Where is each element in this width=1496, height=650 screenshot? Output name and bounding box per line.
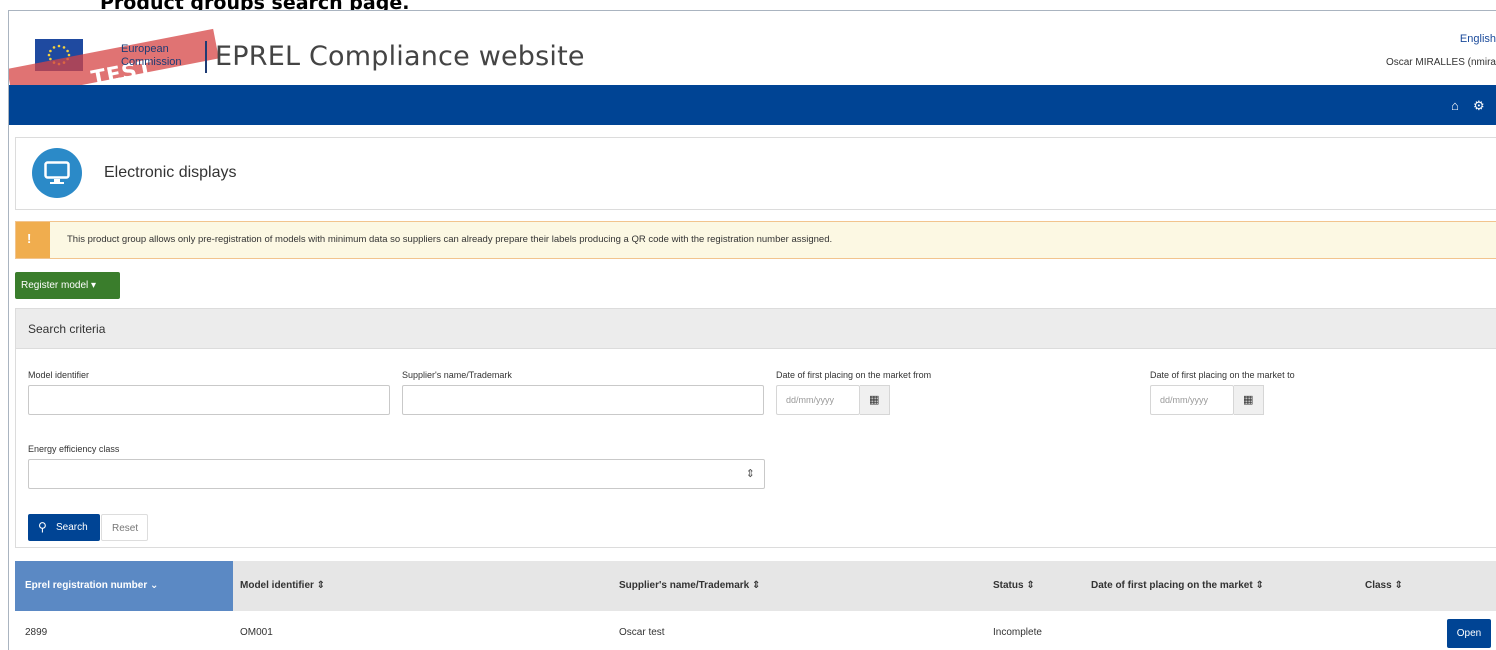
cell-model-identifier: OM001 (240, 627, 273, 638)
warning-alert: ! This product group allows only pre-reg… (15, 221, 1496, 259)
warning-icon: ! (16, 222, 50, 258)
date-from-calendar-button[interactable]: ▦ (860, 385, 890, 415)
energy-class-select[interactable]: ⇕ (28, 459, 765, 489)
browser-viewport: TEST European Commission EPREL Complianc… (8, 10, 1496, 650)
commission-line-1: European (121, 43, 169, 55)
column-header-model-identifier[interactable]: Model identifier ⇕ (240, 561, 325, 611)
home-icon[interactable]: ⌂ (1451, 98, 1459, 113)
search-criteria-panel: Search criteria Model identifier Supplie… (15, 308, 1496, 548)
user-name[interactable]: Oscar MIRALLES (nmira (1386, 57, 1496, 68)
date-from-input[interactable]: dd/mm/yyyy (776, 385, 860, 415)
supplier-label: Supplier's name/Trademark (402, 370, 512, 380)
site-title: EPREL Compliance website (215, 41, 585, 72)
register-model-button[interactable]: Register model ▾ (15, 272, 120, 299)
column-header-registration-number[interactable]: Eprel registration number ⌄ (15, 561, 233, 611)
warning-glyph: ! (27, 231, 32, 246)
column-header-date[interactable]: Date of first placing on the market ⇕ (1091, 561, 1264, 611)
open-button[interactable]: Open (1447, 619, 1491, 648)
reset-button-label: Reset (112, 523, 139, 534)
date-to-label: Date of first placing on the market to (1150, 370, 1295, 380)
date-to-calendar-button[interactable]: ▦ (1234, 385, 1264, 415)
column-header-class[interactable]: Class ⇕ (1365, 561, 1403, 611)
calendar-icon: ▦ (1243, 394, 1254, 406)
site-header: TEST European Commission EPREL Complianc… (9, 11, 1496, 99)
search-button[interactable]: ⚲ Search (28, 514, 100, 541)
search-button-label: Search (56, 522, 88, 533)
cell-status: Incomplete (993, 627, 1042, 638)
column-header-status[interactable]: Status ⇕ (993, 561, 1035, 611)
monitor-icon (32, 148, 82, 198)
language-selector[interactable]: English (1460, 33, 1496, 45)
commission-line-2: Commission (121, 56, 182, 68)
cell-registration-number: 2899 (25, 627, 48, 638)
select-arrows-icon: ⇕ (745, 468, 755, 480)
search-icon: ⚲ (38, 520, 47, 534)
gear-icon[interactable]: ⚙ (1473, 98, 1485, 114)
search-criteria-header: Search criteria (16, 309, 1496, 349)
results-table-header: Eprel registration number ⌄ Model identi… (15, 561, 1496, 611)
reset-button[interactable]: Reset (101, 514, 148, 541)
european-commission-logo[interactable]: TEST European Commission (9, 28, 219, 99)
date-to-input[interactable]: dd/mm/yyyy (1150, 385, 1234, 415)
alert-message: This product group allows only pre-regis… (67, 234, 833, 245)
date-from-label: Date of first placing on the market from (776, 370, 932, 380)
column-header-supplier[interactable]: Supplier's name/Trademark ⇕ (619, 561, 760, 611)
calendar-icon: ▦ (869, 394, 880, 406)
product-group-panel: Electronic displays (15, 137, 1496, 210)
logo-divider (205, 41, 207, 73)
energy-class-label: Energy efficiency class (28, 444, 120, 454)
model-identifier-label: Model identifier (28, 370, 90, 380)
supplier-input[interactable] (402, 385, 764, 415)
search-criteria-title: Search criteria (28, 322, 106, 336)
model-identifier-input[interactable] (28, 385, 390, 415)
cell-supplier: Oscar test (619, 627, 665, 638)
commission-name: European Commission (121, 43, 182, 69)
table-row: 2899 OM001 Oscar test Incomplete Open (15, 611, 1496, 650)
main-navbar: ⌂ ⚙ (9, 85, 1496, 125)
product-group-title: Electronic displays (104, 164, 237, 181)
